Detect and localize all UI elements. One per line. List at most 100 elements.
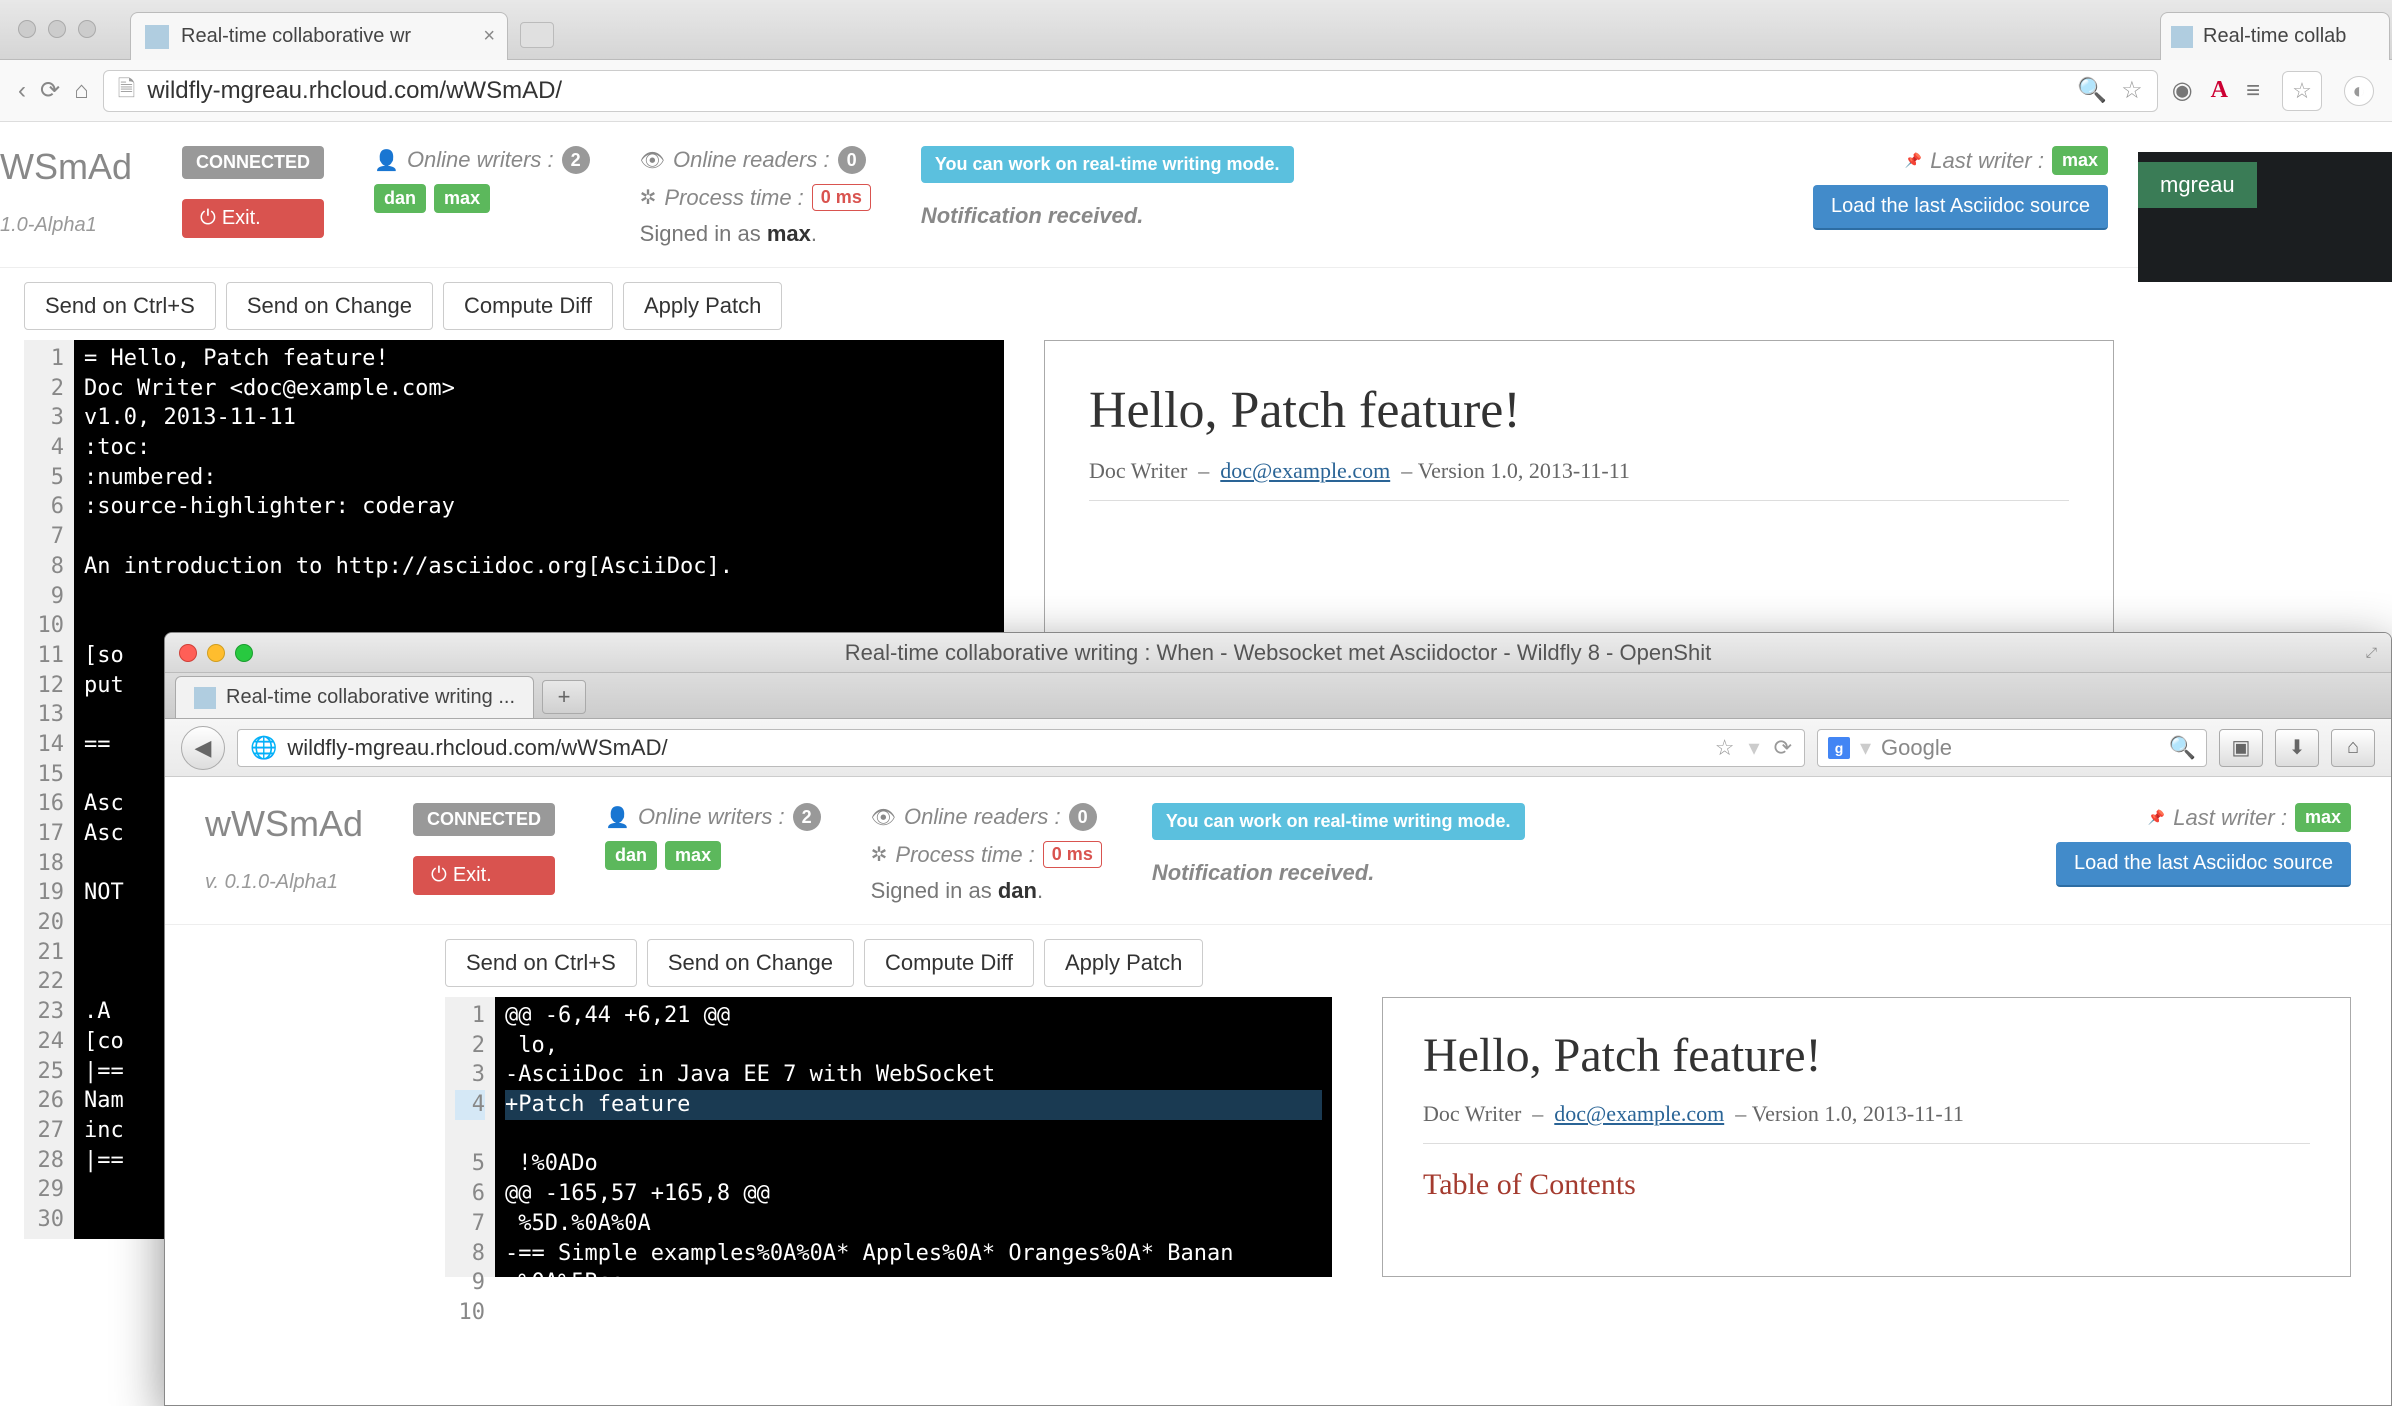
gear-icon: ✲ [640, 185, 657, 210]
process-time-value: 0 ms [812, 184, 871, 211]
connection-column: CONNECTED ⏻Exit. [182, 146, 324, 238]
firefox-urlbar: ◀ 🌐 wildfly-mgreau.rhcloud.com/wWSmAD/ ☆… [165, 719, 2391, 777]
gear-icon: ✲ [871, 842, 888, 867]
eye-icon: 👁 [871, 805, 896, 830]
signed-in-user: max [767, 221, 811, 246]
new-tab-button[interactable] [520, 22, 554, 48]
abp-icon[interactable]: A [2211, 77, 2228, 104]
window-traffic-lights [179, 644, 253, 662]
star-button[interactable]: ☆ [2282, 71, 2322, 111]
writers-column: 👤 Online writers : 2 dan max [605, 803, 821, 870]
load-source-button[interactable]: Load the last Asciidoc source [2056, 842, 2351, 887]
omnibox[interactable]: 🗎 wildfly-mgreau.rhcloud.com/wWSmAD/ 🔍 ☆ [103, 70, 2158, 112]
expand-icon[interactable]: ⤢ [2366, 644, 2377, 661]
firefox-window: Real-time collaborative writing : When -… [164, 632, 2392, 1406]
signed-in: Signed in as max. [640, 221, 871, 247]
apply-patch-button[interactable]: Apply Patch [1044, 939, 1203, 987]
window-traffic-lights [18, 20, 96, 38]
code-editor[interactable]: 1 2 3 4 5 6 7 8 9 10 @@ -6,44 +6,21 @@ l… [445, 997, 1332, 1277]
minimize-traffic-icon[interactable] [207, 644, 225, 662]
search-icon[interactable]: 🔍 [2169, 735, 2196, 761]
close-traffic-icon[interactable] [179, 644, 197, 662]
menu-icon[interactable]: ≡ [2246, 77, 2260, 105]
preview-title: Hello, Patch feature! [1423, 1028, 2310, 1083]
tab-title: Real-time collaborative writing ... [226, 686, 515, 709]
realtime-alert: You can work on real-time writing mode. [921, 146, 1294, 183]
search-field[interactable]: g ▾ Google 🔍 [1817, 729, 2207, 767]
favicon-icon [145, 25, 169, 49]
load-source-button[interactable]: Load the last Asciidoc source [1813, 185, 2108, 230]
line-gutter: 1 2 3 4 5 6 7 8 9 10 [445, 997, 495, 1277]
send-change-button[interactable]: Send on Change [226, 282, 433, 330]
process-time-label: Process time : [664, 185, 803, 211]
username-badge: mgreau [2138, 162, 2257, 208]
browser-tab[interactable]: Real-time collaborative writing ... [175, 676, 534, 718]
preview-email[interactable]: doc@example.com [1220, 458, 1390, 483]
search-placeholder: Google [1881, 735, 1952, 761]
chrome-toolbar: ‹ ⟳ ⌂ 🗎 wildfly-mgreau.rhcloud.com/wWSmA… [0, 60, 2392, 122]
reload-icon[interactable]: ⟳ [1774, 735, 1792, 761]
notification-text: Notification received. [1152, 860, 1525, 886]
signed-in-user: dan [998, 878, 1037, 903]
back-icon[interactable]: ‹ [18, 77, 26, 105]
send-change-button[interactable]: Send on Change [647, 939, 854, 987]
traffic-dot [48, 20, 66, 38]
exit-button[interactable]: ⏻Exit. [182, 199, 324, 238]
url-text: wildfly-mgreau.rhcloud.com/wWSmAD/ [147, 77, 562, 105]
preview-title: Hello, Patch feature! [1089, 381, 2069, 440]
url-field[interactable]: 🌐 wildfly-mgreau.rhcloud.com/wWSmAD/ ☆ ▾… [237, 729, 1805, 767]
mgreau-banner: mgreau [2138, 152, 2392, 282]
signed-in: Signed in as dan. [871, 878, 1102, 904]
extension-icon[interactable]: ◐ [2344, 76, 2374, 106]
send-save-button[interactable]: Send on Ctrl+S [24, 282, 216, 330]
home-icon[interactable]: ⌂ [74, 77, 89, 105]
writers-count: 2 [562, 146, 590, 174]
browser-tab[interactable]: Real-time collaborative wr × [130, 12, 508, 60]
star-icon[interactable]: ☆ [2121, 76, 2143, 105]
user-icon: 👤 [374, 148, 399, 173]
bookmark-button[interactable]: ▣ [2219, 729, 2263, 767]
downloads-button[interactable]: ⬇ [2275, 729, 2319, 767]
home-button[interactable]: ⌂ [2331, 729, 2375, 767]
browser-tab[interactable]: Real-time collab [2160, 12, 2390, 60]
readers-count: 0 [838, 146, 866, 174]
readers-label: Online readers : [904, 804, 1061, 830]
app-header: wWSmAd v. 0.1.0-Alpha1 CONNECTED ⏻Exit. … [165, 777, 2391, 925]
zoom-traffic-icon[interactable] [235, 644, 253, 662]
last-writer-label: Last writer : [2173, 805, 2287, 831]
exit-label: Exit. [453, 864, 492, 887]
preview-version: Version 1.0, 2013-11-11 [1418, 458, 1630, 483]
preview-pane: Hello, Patch feature! Doc Writer – doc@e… [1382, 997, 2351, 1277]
compute-diff-button[interactable]: Compute Diff [864, 939, 1034, 987]
chrome-tabstrip: Real-time collaborative wr × ⤢ Real-time… [0, 0, 2392, 60]
compute-diff-button[interactable]: Compute Diff [443, 282, 613, 330]
new-tab-button[interactable]: + [542, 680, 586, 714]
star-icon[interactable]: ☆ [1715, 735, 1735, 761]
process-time-label: Process time : [895, 842, 1034, 868]
line-gutter: 1 2 3 4 5 6 7 8 9 10 11 12 13 14 15 16 1… [24, 340, 74, 1239]
app-brand: WSmAd [0, 146, 132, 188]
notification-column: You can work on real-time writing mode. … [1152, 803, 1525, 886]
close-icon[interactable]: × [483, 25, 495, 48]
power-icon: ⏻ [200, 207, 216, 230]
last-writer-badge: max [2052, 146, 2108, 175]
preview-email[interactable]: doc@example.com [1554, 1101, 1724, 1126]
code-content[interactable]: @@ -6,44 +6,21 @@ lo, -AsciiDoc in Java … [495, 997, 1332, 1277]
apply-patch-button[interactable]: Apply Patch [623, 282, 782, 330]
app-header: WSmAd 1.0-Alpha1 CONNECTED ⏻Exit. 👤 Onli… [0, 122, 2138, 268]
app-brand: wWSmAd [205, 803, 363, 845]
pin-icon: 📌 [2148, 809, 2165, 826]
tab-title: Real-time collaborative wr [181, 25, 411, 48]
send-save-button[interactable]: Send on Ctrl+S [445, 939, 637, 987]
writer-badge: dan [605, 841, 657, 870]
exit-button[interactable]: ⏻Exit. [413, 856, 555, 895]
writers-column: 👤 Online writers : 2 dan max [374, 146, 590, 213]
back-button[interactable]: ◀ [181, 726, 225, 770]
last-writer-column: 📌 Last writer : max Load the last Asciid… [2056, 803, 2351, 887]
writers-label: Online writers : [638, 804, 785, 830]
reload-icon[interactable]: ⟳ [40, 76, 60, 105]
connection-column: CONNECTED ⏻Exit. [413, 803, 555, 895]
extension-icon[interactable]: ◉ [2172, 76, 2193, 105]
zoom-icon[interactable]: 🔍 [2077, 76, 2107, 105]
firefox-tabbar: Real-time collaborative writing ... + [165, 673, 2391, 719]
